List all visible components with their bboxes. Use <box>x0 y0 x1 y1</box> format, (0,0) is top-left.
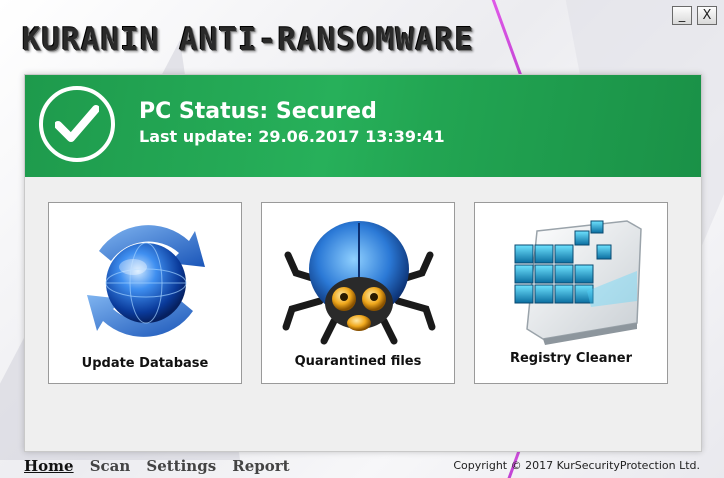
minimize-button[interactable]: _ <box>672 6 692 25</box>
bug-icon <box>274 211 444 351</box>
app-title: KURANIN ANTI-RANSOMWARE <box>22 22 475 58</box>
nav-report[interactable]: Report <box>232 457 289 475</box>
nav-home[interactable]: Home <box>24 457 74 475</box>
copyright-text: Copyright © 2017 KurSecurityProtection L… <box>453 459 700 472</box>
status-title: PC Status: Secured <box>139 99 377 124</box>
last-update-text: Last update: 29.06.2017 13:39:41 <box>139 127 445 146</box>
tile-label: Registry Cleaner <box>509 351 633 366</box>
checkmark-icon <box>39 86 115 162</box>
registry-cubes-icon <box>487 211 657 351</box>
globe-refresh-icon <box>61 211 231 351</box>
tile-label: Update Database <box>81 356 209 371</box>
nav-scan[interactable]: Scan <box>90 457 131 475</box>
update-database-button[interactable]: Update Database <box>48 202 242 384</box>
bottom-nav: Home Scan Settings Report <box>24 456 301 475</box>
nav-settings[interactable]: Settings <box>146 457 216 475</box>
quarantined-files-button[interactable]: Quarantined files <box>261 202 455 384</box>
status-banner: PC Status: Secured Last update: 29.06.20… <box>25 75 701 177</box>
main-panel: PC Status: Secured Last update: 29.06.20… <box>24 74 702 452</box>
tile-label: Quarantined files <box>294 354 422 369</box>
registry-cleaner-button[interactable]: Registry Cleaner <box>474 202 668 384</box>
close-button[interactable]: X <box>697 6 717 25</box>
